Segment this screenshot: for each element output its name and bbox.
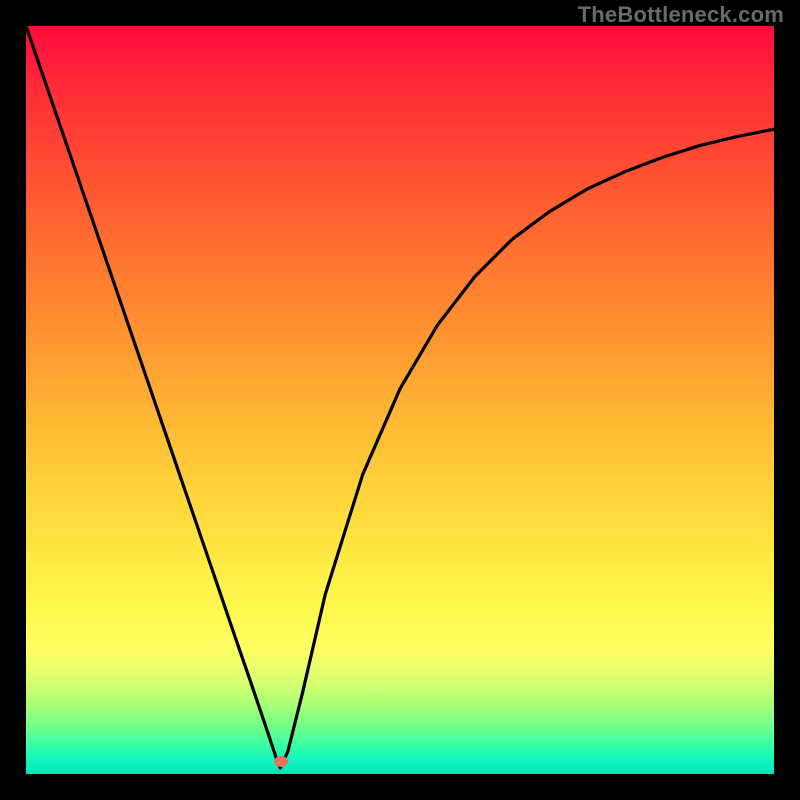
minimum-marker [274, 756, 288, 767]
watermark-text: TheBottleneck.com [578, 2, 784, 28]
chart-frame: TheBottleneck.com [0, 0, 800, 800]
plot-area [26, 26, 774, 774]
bottleneck-curve [26, 26, 774, 768]
curve-svg [26, 26, 774, 774]
